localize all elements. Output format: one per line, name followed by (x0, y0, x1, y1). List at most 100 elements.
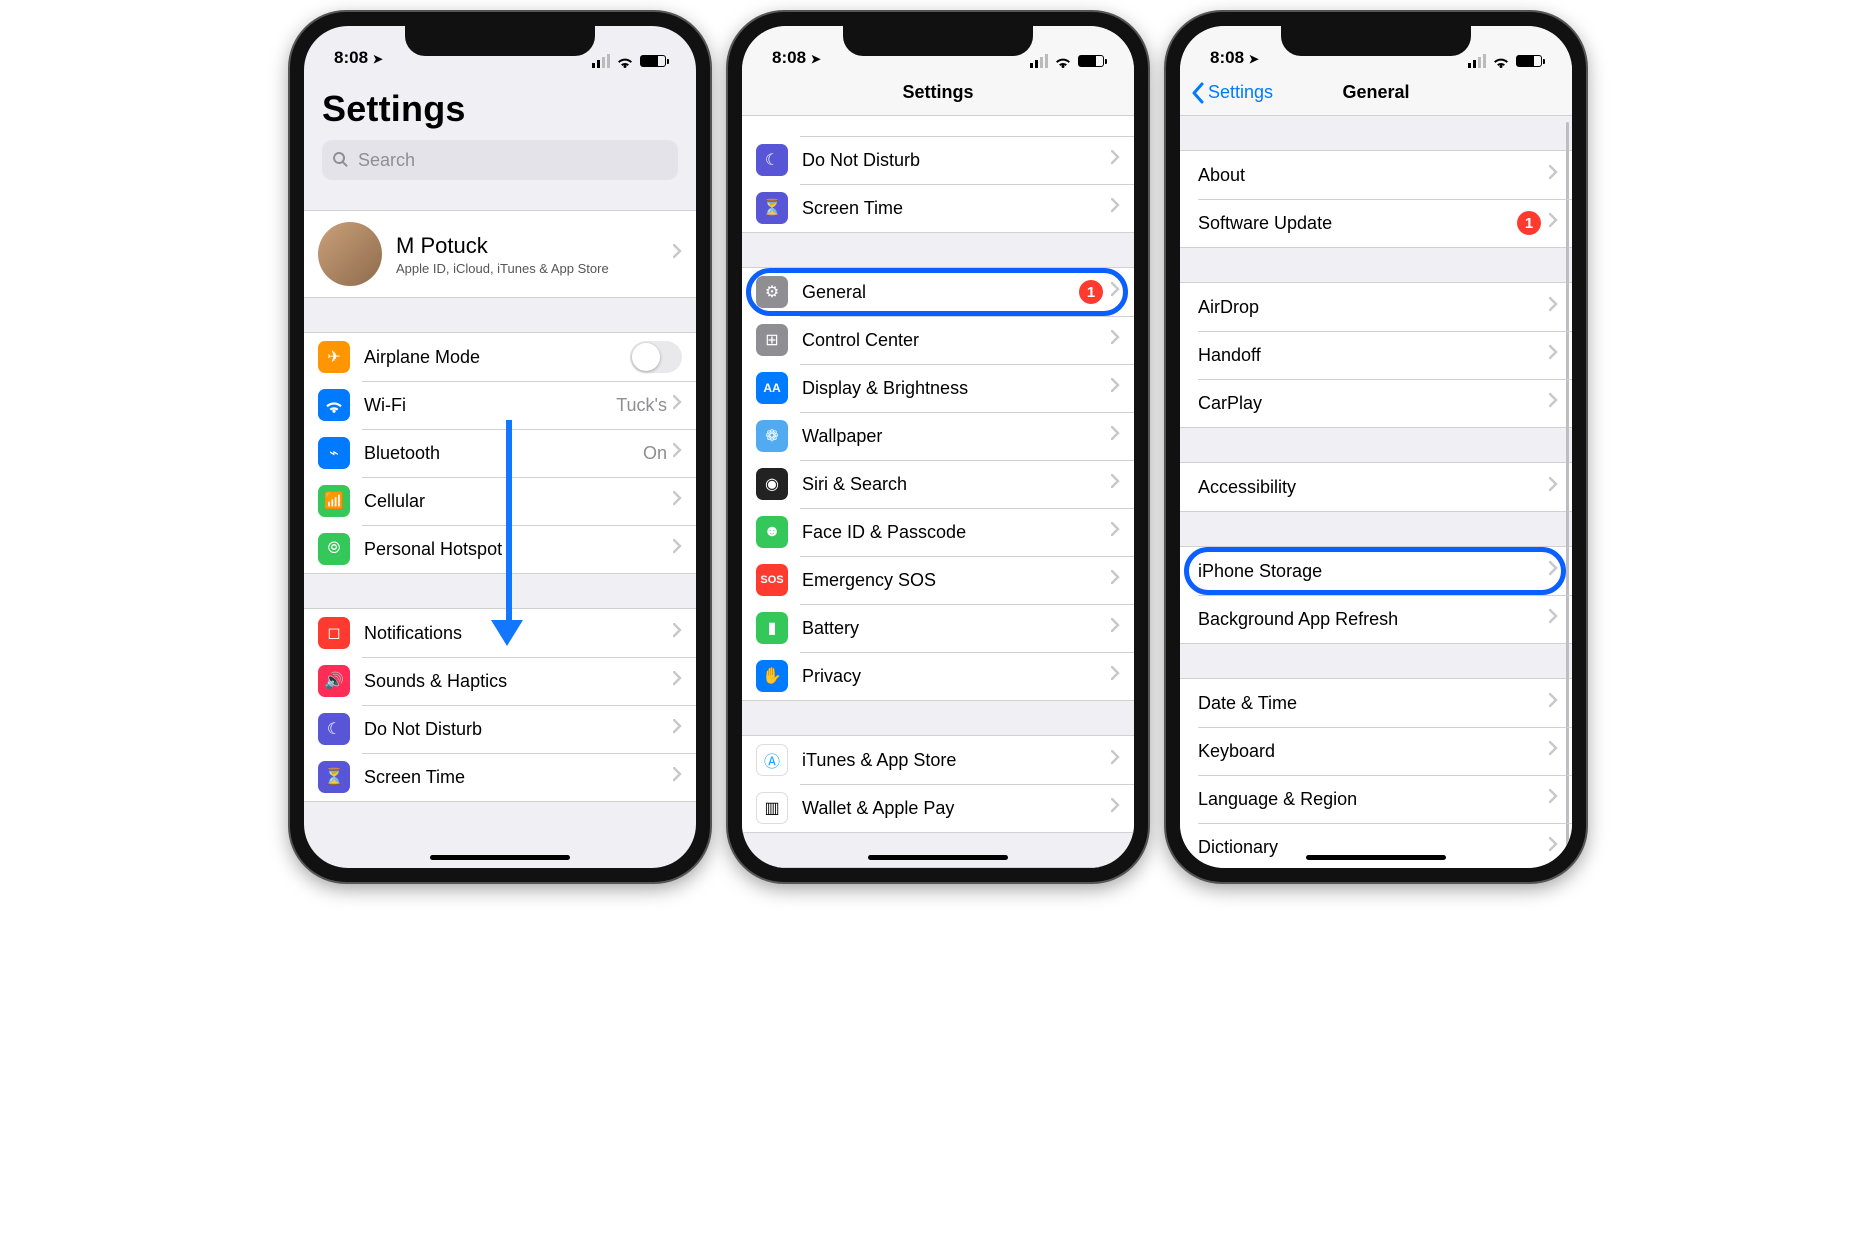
gear-icon: ⚙︎ (756, 276, 788, 308)
row-keyboard[interactable]: Keyboard (1180, 727, 1572, 775)
sounds-icon: 🔊 (318, 665, 350, 697)
phone-frame-2: 8:08 ➤ Settings ☾ Do Not Disturb ⏳ Scr (728, 12, 1148, 882)
home-indicator[interactable] (430, 855, 570, 860)
phone-frame-3: 8:08 ➤ Settings General About (1166, 12, 1586, 882)
row-sounds[interactable]: 🔊 Sounds & Haptics (304, 657, 696, 705)
siri-icon: ◉ (756, 468, 788, 500)
row-background-refresh[interactable]: Background App Refresh (1180, 595, 1572, 643)
row-privacy[interactable]: ✋ Privacy (742, 652, 1134, 700)
location-icon: ➤ (1249, 52, 1259, 66)
chevron-icon (1111, 522, 1120, 542)
chevron-icon (1549, 837, 1558, 857)
row-software-update[interactable]: Software Update 1 (1180, 199, 1572, 247)
wifi-icon (1492, 54, 1510, 68)
chevron-icon (1549, 213, 1558, 233)
chevron-icon (673, 443, 682, 463)
hourglass-icon: ⏳ (318, 761, 350, 793)
row-date-time[interactable]: Date & Time (1180, 679, 1572, 727)
home-indicator[interactable] (868, 855, 1008, 860)
search-placeholder: Search (358, 150, 415, 171)
profile-sub: Apple ID, iCloud, iTunes & App Store (396, 261, 673, 276)
hotspot-icon: ⦾ (318, 533, 350, 565)
chevron-icon (1549, 693, 1558, 713)
row-wifi[interactable]: Wi-Fi Tuck's (304, 381, 696, 429)
nav-title: Settings (902, 82, 973, 103)
row-sos[interactable]: SOS Emergency SOS (742, 556, 1134, 604)
display-icon: AA (756, 372, 788, 404)
general-list[interactable]: About Software Update 1 AirDrop Handoff … (1180, 116, 1572, 868)
moon-icon: ☾ (756, 144, 788, 176)
chevron-icon (673, 623, 682, 643)
signal-icon (1030, 54, 1048, 68)
chevron-icon (673, 244, 682, 264)
row-carplay[interactable]: CarPlay (1180, 379, 1572, 427)
chevron-icon (1549, 561, 1558, 581)
airplane-toggle[interactable] (630, 341, 682, 373)
chevron-icon (1111, 330, 1120, 350)
row-dnd[interactable]: ☾ Do Not Disturb (304, 705, 696, 753)
wifi-value: Tuck's (616, 395, 667, 416)
notch (1281, 26, 1471, 56)
wifi-icon (1054, 54, 1072, 68)
row-general[interactable]: ⚙︎ General 1 (742, 268, 1134, 316)
profile-row[interactable]: M Potuck Apple ID, iCloud, iTunes & App … (304, 211, 696, 297)
airplane-icon: ✈︎ (318, 341, 350, 373)
settings-list[interactable]: ☾ Do Not Disturb ⏳ Screen Time ⚙︎ Genera… (742, 116, 1134, 868)
row-wallpaper[interactable]: ❁ Wallpaper (742, 412, 1134, 460)
row-about[interactable]: About (1180, 151, 1572, 199)
badge: 1 (1079, 280, 1103, 304)
row-cellular[interactable]: 📶 Cellular (304, 477, 696, 525)
row-bluetooth[interactable]: ⌁ Bluetooth On (304, 429, 696, 477)
row-airplane[interactable]: ✈︎ Airplane Mode (304, 333, 696, 381)
notch (405, 26, 595, 56)
phone-frame-1: 8:08 ➤ Settings Search M Potuck Apple (290, 12, 710, 882)
back-button[interactable]: Settings (1190, 70, 1273, 115)
row-iphone-storage[interactable]: iPhone Storage (1180, 547, 1572, 595)
status-time: 8:08 (1210, 48, 1244, 67)
page-title: Settings (322, 88, 678, 130)
row-battery[interactable]: ▮ Battery (742, 604, 1134, 652)
home-indicator[interactable] (1306, 855, 1446, 860)
location-icon: ➤ (811, 52, 821, 66)
row-wallet[interactable]: ▥ Wallet & Apple Pay (742, 784, 1134, 832)
cellular-icon: 📶 (318, 485, 350, 517)
row-hotspot[interactable]: ⦾ Personal Hotspot (304, 525, 696, 573)
chevron-icon (673, 719, 682, 739)
status-time: 8:08 (772, 48, 806, 67)
wallpaper-icon: ❁ (756, 420, 788, 452)
settings-list[interactable]: M Potuck Apple ID, iCloud, iTunes & App … (304, 192, 696, 868)
search-input[interactable]: Search (322, 140, 678, 180)
chevron-icon (673, 395, 682, 415)
row-screentime[interactable]: ⏳ Screen Time (304, 753, 696, 801)
notch (843, 26, 1033, 56)
chevron-icon (1549, 297, 1558, 317)
row-accessibility[interactable]: Accessibility (1180, 463, 1572, 511)
chevron-icon (1549, 789, 1558, 809)
signal-icon (592, 54, 610, 68)
row-dictionary[interactable]: Dictionary (1180, 823, 1572, 868)
row-dnd[interactable]: ☾ Do Not Disturb (742, 136, 1134, 184)
row-control-center[interactable]: ⊞ Control Center (742, 316, 1134, 364)
control-center-icon: ⊞ (756, 324, 788, 356)
notifications-icon: ◻︎ (318, 617, 350, 649)
chevron-icon (1111, 666, 1120, 686)
row-faceid[interactable]: ☻ Face ID & Passcode (742, 508, 1134, 556)
chevron-icon (1111, 378, 1120, 398)
wifi-icon (616, 54, 634, 68)
battery-icon (1516, 55, 1542, 67)
row-screentime[interactable]: ⏳ Screen Time (742, 184, 1134, 232)
faceid-icon: ☻ (756, 516, 788, 548)
hourglass-icon: ⏳ (756, 192, 788, 224)
wifi-setting-icon (318, 389, 350, 421)
row-display[interactable]: AA Display & Brightness (742, 364, 1134, 412)
chevron-icon (1111, 426, 1120, 446)
status-time: 8:08 (334, 48, 368, 67)
row-handoff[interactable]: Handoff (1180, 331, 1572, 379)
row-airdrop[interactable]: AirDrop (1180, 283, 1572, 331)
row-notifications[interactable]: ◻︎ Notifications (304, 609, 696, 657)
row-itunes[interactable]: Ⓐ iTunes & App Store (742, 736, 1134, 784)
battery-icon (1078, 55, 1104, 67)
row-language[interactable]: Language & Region (1180, 775, 1572, 823)
avatar (318, 222, 382, 286)
row-siri[interactable]: ◉ Siri & Search (742, 460, 1134, 508)
